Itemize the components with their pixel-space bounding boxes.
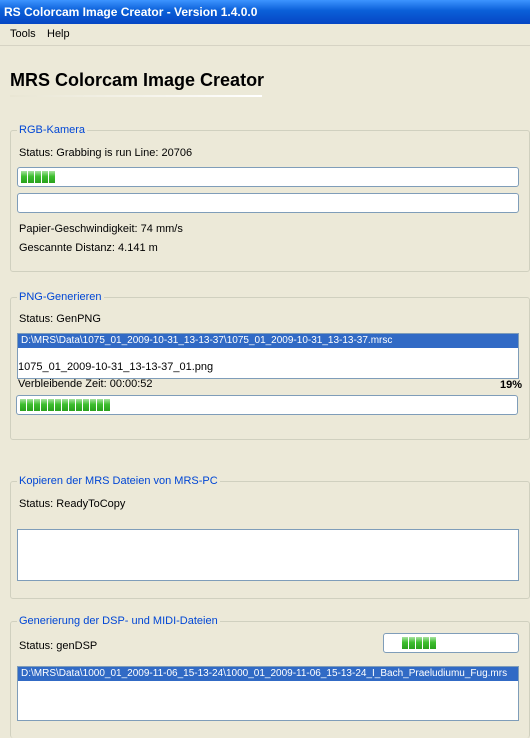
- progress-segment: [416, 637, 422, 649]
- progress-segment: [97, 399, 103, 411]
- progress-segment: [409, 637, 415, 649]
- progress-segment: [49, 171, 55, 183]
- rgb-progress-fill: [21, 171, 55, 183]
- png-percent: 19%: [500, 379, 523, 391]
- progress-segment: [41, 399, 47, 411]
- rgb-progress-bar-2: [17, 193, 519, 213]
- progress-segment: [21, 171, 27, 183]
- progress-segment: [423, 637, 429, 649]
- title-underline: [10, 95, 262, 97]
- progress-segment: [28, 171, 34, 183]
- rgb-camera-group: RGB-Kamera Status: Grabbing is run Line:…: [10, 124, 530, 272]
- paper-speed: Papier-Geschwindigkeit: 74 mm/s: [19, 223, 183, 235]
- rgb-camera-legend: RGB-Kamera: [17, 124, 88, 136]
- progress-segment: [69, 399, 75, 411]
- progress-segment: [35, 171, 41, 183]
- progress-segment: [20, 399, 26, 411]
- png-generate-legend: PNG-Generieren: [17, 291, 104, 303]
- menu-help[interactable]: Help: [47, 28, 70, 40]
- progress-segment: [34, 399, 40, 411]
- png-list-item[interactable]: D:\MRS\Data\1075_01_2009-10-31_13-13-37\…: [18, 334, 518, 348]
- dsp-status: Status: genDSP: [19, 640, 98, 652]
- progress-segment: [83, 399, 89, 411]
- progress-segment: [42, 171, 48, 183]
- copy-legend: Kopieren der MRS Dateien von MRS-PC: [17, 475, 220, 487]
- window-title: RS Colorcam Image Creator - Version 1.4.…: [4, 5, 258, 19]
- progress-segment: [104, 399, 110, 411]
- menu-tools[interactable]: Tools: [10, 28, 36, 40]
- app-title: MRS Colorcam Image Creator: [10, 70, 265, 90]
- png-progress-fill: [20, 399, 110, 411]
- png-remaining-time: Verbleibende Zeit: 00:00:52: [18, 378, 153, 390]
- progress-segment: [55, 399, 61, 411]
- copy-group: Kopieren der MRS Dateien von MRS-PC Stat…: [10, 475, 530, 599]
- dsp-progress-bar: [383, 633, 519, 653]
- progress-segment: [76, 399, 82, 411]
- menubar: Tools Help: [0, 24, 530, 46]
- png-current-file: 1075_01_2009-10-31_13-13-37_01.png: [18, 361, 214, 373]
- progress-segment: [402, 637, 408, 649]
- rgb-progress-bar: [17, 167, 519, 187]
- png-status: Status: GenPNG: [19, 313, 101, 325]
- dsp-progress-fill: [402, 637, 436, 649]
- png-progress-bar: [16, 395, 518, 415]
- scanned-distance: Gescannte Distanz: 4.141 m: [19, 242, 158, 254]
- rgb-status: Status: Grabbing is run Line: 20706: [19, 147, 193, 159]
- progress-segment: [90, 399, 96, 411]
- progress-segment: [48, 399, 54, 411]
- copy-listbox[interactable]: [17, 529, 519, 581]
- progress-segment: [27, 399, 33, 411]
- progress-segment: [430, 637, 436, 649]
- dsp-file-listbox[interactable]: D:\MRS\Data\1000_01_2009-11-06_15-13-24\…: [17, 666, 519, 721]
- copy-status: Status: ReadyToCopy: [19, 498, 126, 510]
- progress-segment: [62, 399, 68, 411]
- dsp-midi-legend: Generierung der DSP- und MIDI-Dateien: [17, 615, 220, 627]
- dsp-midi-group: Generierung der DSP- und MIDI-Dateien St…: [10, 615, 530, 738]
- window-titlebar[interactable]: RS Colorcam Image Creator - Version 1.4.…: [0, 0, 530, 24]
- dsp-list-item[interactable]: D:\MRS\Data\1000_01_2009-11-06_15-13-24\…: [18, 667, 518, 681]
